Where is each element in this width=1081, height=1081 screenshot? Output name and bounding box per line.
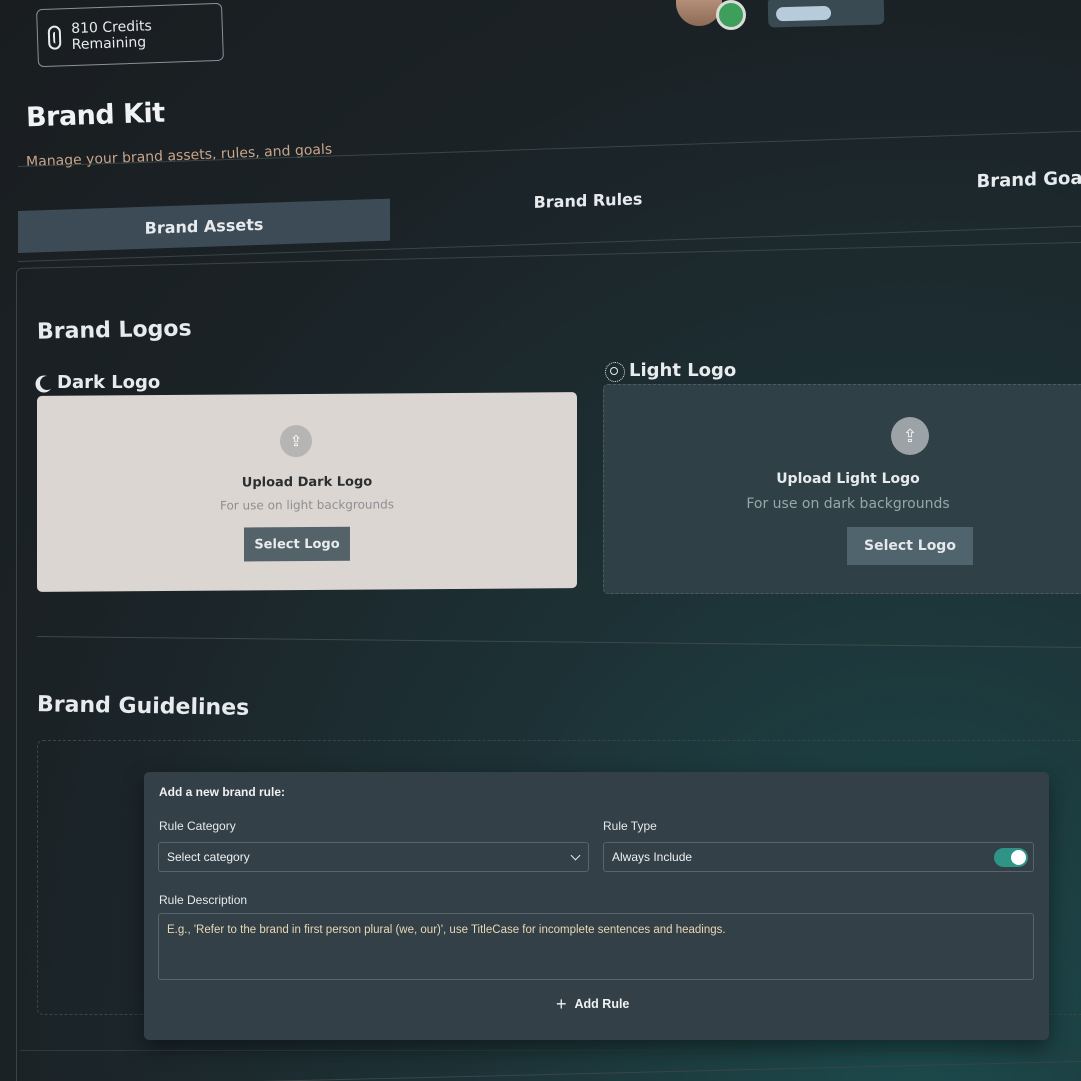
credits-badge[interactable]: 810 Credits Remaining [36, 2, 224, 68]
moon-icon [40, 376, 54, 390]
light-logo-dropzone[interactable]: ⇪ Upload Light Logo For use on dark back… [603, 384, 1081, 594]
sun-icon [605, 361, 625, 382]
tab-label: Brand Goals [976, 167, 1081, 193]
add-rule-label: Add Rule [574, 997, 630, 1011]
upload-light-title: Upload Light Logo [776, 471, 920, 487]
brand-logos-title: Brand Logos [36, 316, 192, 345]
page-title: Brand Kit [25, 97, 166, 134]
credits-label: 810 Credits Remaining [70, 18, 153, 54]
upload-dark-title: Upload Dark Logo [241, 474, 373, 491]
tab-label: Brand Assets [144, 214, 264, 238]
light-logo-label: Light Logo [605, 360, 737, 382]
upload-icon: ⇪ [891, 417, 929, 455]
tab-brand-goals[interactable]: Brand Goals [948, 166, 1081, 193]
rule-description-label: Rule Description [159, 893, 248, 907]
tab-brand-assets[interactable]: Brand Assets [18, 198, 390, 253]
add-rule-button[interactable]: + Add Rule [556, 994, 630, 1014]
dark-logo-label-text: Dark Logo [57, 372, 161, 393]
add-rule-form: Add a new brand rule: Rule Category Sele… [144, 772, 1049, 1040]
rule-type-toggle[interactable] [994, 848, 1028, 867]
upload-light-desc: For use on dark backgrounds [746, 496, 950, 512]
rule-category-select[interactable]: Select category [158, 842, 589, 872]
upload-dark-desc: For use on light backgrounds [219, 497, 395, 513]
online-status-icon [716, 0, 746, 30]
dark-logo-label: Dark Logo [37, 372, 160, 393]
coin-icon [47, 25, 62, 50]
tab-label: Brand Rules [533, 189, 643, 212]
brand-guidelines-title: Brand Guidelines [36, 692, 250, 721]
plus-icon: + [556, 994, 567, 1014]
rule-type-value: Always Include [612, 850, 693, 864]
tab-brand-rules[interactable]: Brand Rules [448, 186, 728, 214]
chevron-down-icon [570, 850, 581, 861]
usage-indicator[interactable] [767, 0, 885, 28]
upload-icon: ⇪ [280, 424, 312, 458]
usage-bar-fill [775, 5, 832, 22]
rule-category-value: Select category [167, 850, 250, 864]
select-dark-logo-button[interactable]: Select Logo [244, 526, 350, 562]
light-logo-label-text: Light Logo [629, 360, 737, 381]
rule-type-field: Always Include [603, 842, 1034, 872]
rule-category-label: Rule Category [159, 819, 236, 833]
form-heading: Add a new brand rule: [159, 785, 286, 799]
panel-bottom-edge [20, 1050, 1081, 1081]
rule-description-input[interactable]: E.g., 'Refer to the brand in first perso… [158, 913, 1034, 980]
rule-type-label: Rule Type [603, 819, 657, 833]
select-light-logo-button[interactable]: Select Logo [847, 527, 973, 565]
dark-logo-dropzone[interactable]: ⇪ Upload Dark Logo For use on light back… [37, 392, 577, 592]
